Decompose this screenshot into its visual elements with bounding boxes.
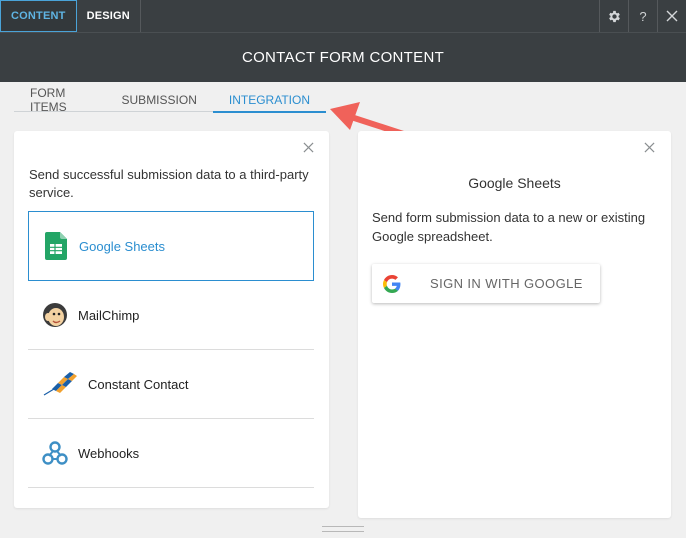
service-label: Constant Contact (88, 376, 189, 392)
service-list: Google Sheets MailChimp Constant Contact… (28, 211, 314, 488)
close-icon[interactable] (300, 141, 316, 157)
google-logo-icon (372, 274, 412, 293)
integration-title: Google Sheets (468, 175, 561, 191)
service-list-panel: Send successful submission data to a thi… (14, 131, 329, 508)
title-bar: CONTACT FORM CONTENT (0, 32, 686, 82)
tab-form-items[interactable]: FORM ITEMS (14, 86, 106, 114)
service-label: MailChimp (78, 307, 140, 323)
tab-design[interactable]: DESIGN (77, 0, 141, 32)
close-icon[interactable] (641, 141, 657, 157)
integration-detail-panel: Google Sheets Send form submission data … (358, 131, 671, 518)
tab-submission[interactable]: SUBMISSION (106, 88, 213, 112)
resize-handle[interactable] (322, 526, 364, 532)
webhooks-icon (42, 439, 68, 467)
gear-icon[interactable] (599, 0, 628, 32)
tab-integration[interactable]: INTEGRATION (212, 88, 327, 113)
sub-tabs: FORM ITEMS SUBMISSION INTEGRATION (14, 86, 327, 114)
close-icon[interactable] (657, 0, 686, 32)
service-label: Google Sheets (79, 238, 166, 254)
page-title: CONTACT FORM CONTENT (241, 49, 445, 66)
integration-description: Send form submission data to a new or ex… (372, 210, 646, 244)
service-label: Webhooks (78, 445, 140, 461)
top-bar: CONTENT DESIGN ? (0, 0, 686, 32)
tab-content[interactable]: CONTENT (0, 0, 77, 32)
google-sheets-icon (43, 232, 69, 260)
constant-contact-icon (42, 370, 78, 398)
mailchimp-icon (42, 301, 68, 329)
service-google-sheets[interactable]: Google Sheets (28, 211, 314, 281)
sign-in-google-label: SIGN IN WITH GOOGLE (430, 276, 583, 291)
help-icon[interactable]: ? (628, 0, 657, 32)
sign-in-google-button[interactable]: SIGN IN WITH GOOGLE (372, 264, 600, 303)
service-constant-contact[interactable]: Constant Contact (28, 350, 314, 419)
service-webhooks[interactable]: Webhooks (28, 419, 314, 488)
intro-text: Send successful submission data to a thi… (29, 167, 309, 200)
service-mailchimp[interactable]: MailChimp (28, 281, 314, 350)
